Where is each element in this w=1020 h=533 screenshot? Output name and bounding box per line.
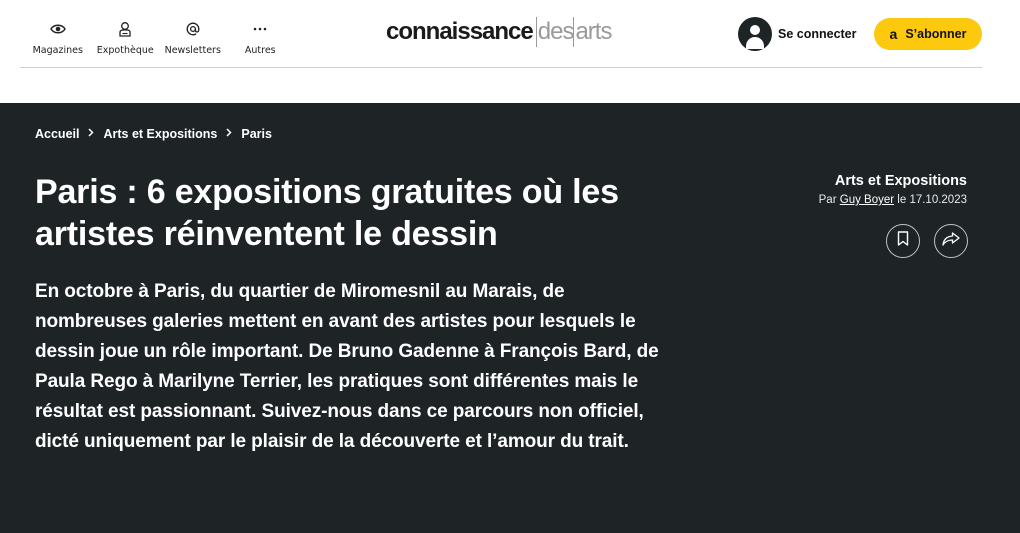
- share-icon: [942, 231, 960, 251]
- chevron-right-icon: [226, 128, 232, 140]
- site-logo[interactable]: connaissance des arts: [386, 16, 612, 48]
- breadcrumb-arts-expositions[interactable]: Arts et Expositions: [103, 127, 217, 141]
- more-icon: [253, 20, 267, 38]
- login-label: Se connecter: [778, 27, 857, 41]
- nav-newsletters[interactable]: Newsletters: [159, 20, 227, 56]
- nav-autres-label: Autres: [244, 45, 276, 56]
- person-icon: [118, 20, 132, 38]
- user-avatar-icon: [738, 17, 772, 51]
- article-meta: Arts et Expositions Par Guy Boyer le 17.…: [819, 173, 967, 206]
- article-byline: Par Guy Boyer le 17.10.2023: [819, 194, 967, 206]
- article-lead: En octobre à Paris, du quartier de Mirom…: [35, 281, 659, 452]
- chevron-right-icon: [88, 128, 95, 140]
- nav-expotheque[interactable]: Expothèque: [92, 20, 160, 56]
- nav-newsletters-label: Newsletters: [164, 45, 221, 56]
- logo-main-text: connaissance: [386, 18, 534, 45]
- date-prefix: le: [897, 194, 907, 206]
- logo-sub-text-des: des: [535, 17, 574, 47]
- subscribe-label: S’abonner: [905, 27, 967, 41]
- breadcrumb-accueil[interactable]: Accueil: [35, 127, 79, 141]
- breadcrumb: Accueil Arts et Expositions Paris: [35, 127, 272, 141]
- header-divider: [20, 67, 982, 68]
- subscribe-button[interactable]: a S’abonner: [874, 18, 982, 50]
- article-title: Paris : 6 expositions gratuites où les a…: [35, 173, 619, 253]
- article-actions: [886, 224, 968, 258]
- author-link[interactable]: Guy Boyer: [840, 194, 894, 206]
- site-header: Magazines Expothèque Newsletters Autres …: [0, 0, 1020, 103]
- article-date: 17.10.2023: [909, 194, 967, 206]
- breadcrumb-paris[interactable]: Paris: [241, 127, 272, 141]
- nav-expotheque-label: Expothèque: [96, 45, 154, 56]
- subscribe-logo-icon: a: [889, 26, 898, 42]
- header-nav: Magazines Expothèque Newsletters Autres: [24, 20, 294, 56]
- article-category-link[interactable]: Arts et Expositions: [819, 173, 967, 189]
- at-icon: [186, 20, 200, 38]
- article-hero: Accueil Arts et Expositions Paris Paris …: [0, 103, 1020, 533]
- login-button[interactable]: Se connecter: [738, 17, 857, 51]
- nav-magazines-label: Magazines: [32, 45, 83, 56]
- nav-autres[interactable]: Autres: [227, 20, 295, 56]
- nav-magazines[interactable]: Magazines: [24, 20, 92, 56]
- bookmark-icon: [897, 231, 909, 251]
- logo-sub-text-arts: arts: [573, 17, 612, 47]
- bookmark-button[interactable]: [886, 224, 920, 258]
- eye-icon: [49, 20, 66, 38]
- share-button[interactable]: [934, 224, 968, 258]
- byline-prefix: Par: [818, 194, 837, 206]
